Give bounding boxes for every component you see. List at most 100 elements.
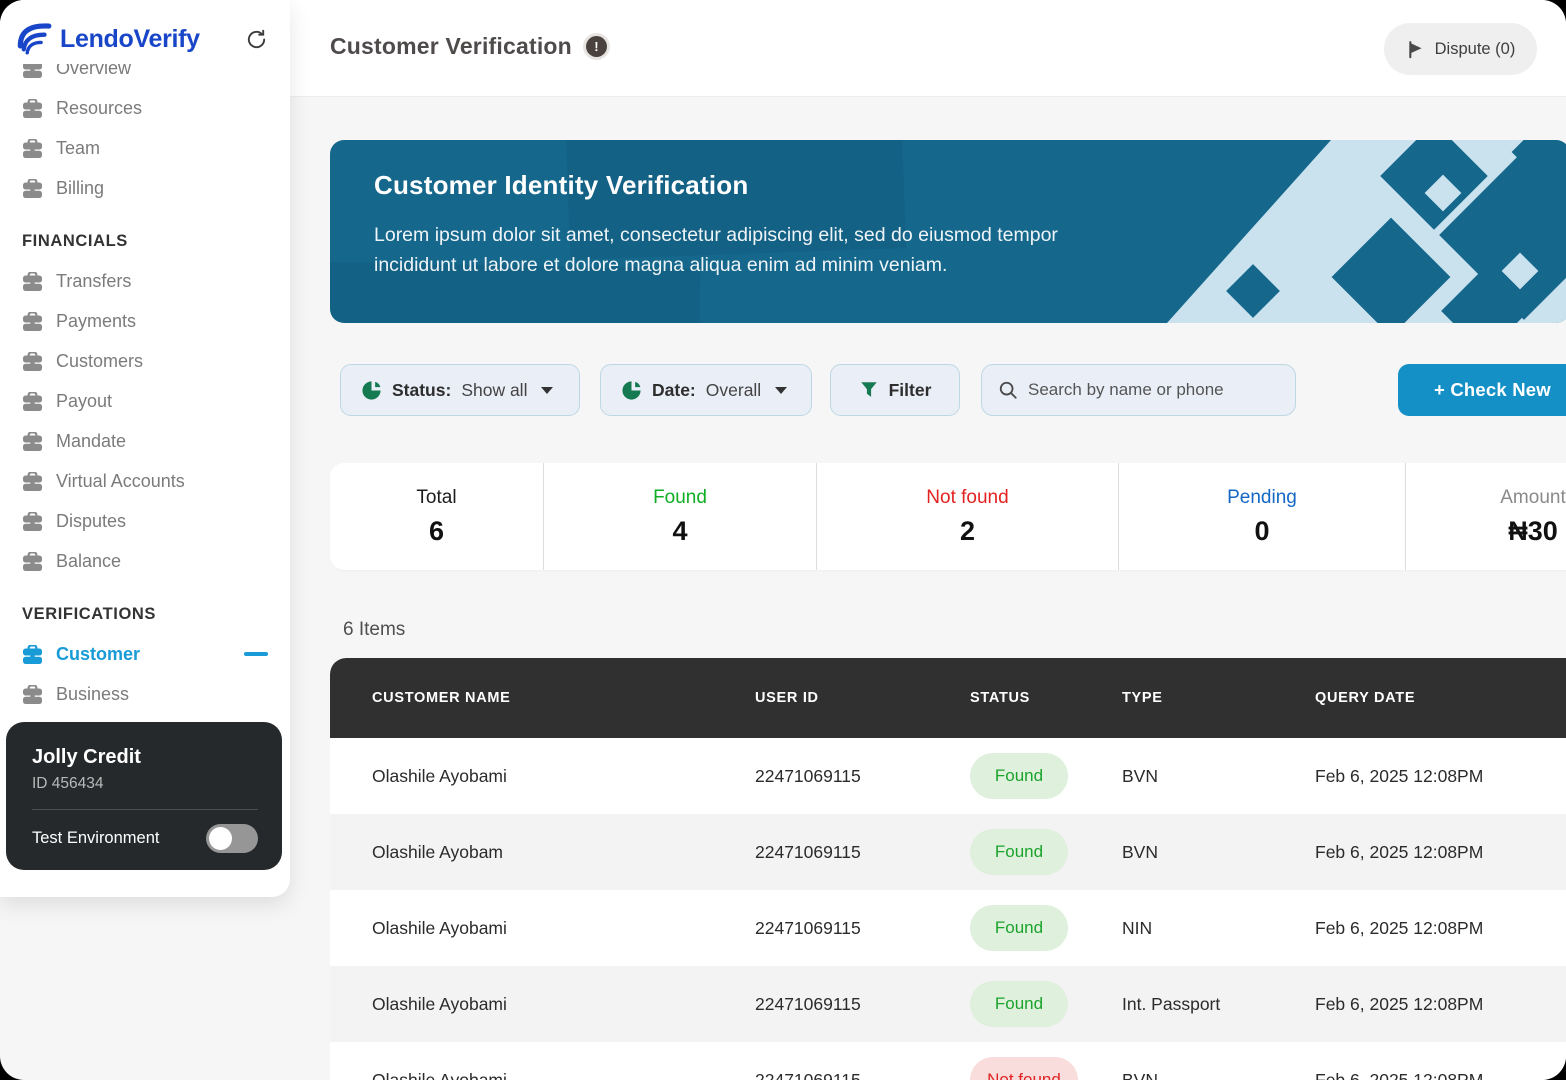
sidebar-item-label: Transfers [56, 271, 131, 292]
sidebar-item-customers[interactable]: Customers [0, 341, 290, 381]
merchant-card: Jolly Credit ID 456434 Test Environment [6, 722, 282, 870]
sidebar-item-label: Resources [56, 98, 142, 119]
merchant-name: Jolly Credit [32, 746, 258, 769]
dispute-button-label: Dispute (0) [1435, 40, 1516, 59]
table-row[interactable]: Olashile Ayobami 22471069115 Not found B… [330, 1042, 1566, 1080]
search-box [981, 364, 1296, 416]
status-filter-value: Show all [461, 380, 527, 401]
test-environment-toggle[interactable] [206, 824, 258, 853]
sidebar-item-billing[interactable]: Billing [0, 168, 290, 208]
cell-type: NIN [1122, 918, 1315, 939]
refresh-icon[interactable] [245, 28, 268, 51]
sidebar-item-label: Billing [56, 178, 104, 199]
cell-customer-name: Olashile Ayobami [372, 918, 755, 939]
briefcase-icon [22, 645, 43, 664]
brand-name: LendoVerify [60, 25, 200, 54]
stat-found: Found 4 [543, 463, 816, 570]
merchant-id: ID 456434 [32, 775, 258, 793]
table-row[interactable]: Olashile Ayobami 22471069115 Found Int. … [330, 966, 1566, 1042]
cell-type: Int. Passport [1122, 994, 1315, 1015]
sidebar-item-disputes[interactable]: Disputes [0, 501, 290, 541]
stat-not-found-label: Not found [926, 487, 1008, 509]
sidebar-item-payout[interactable]: Payout [0, 381, 290, 421]
cell-customer-name: Olashile Ayobami [372, 994, 755, 1015]
sidebar-item-mandate[interactable]: Mandate [0, 421, 290, 461]
briefcase-icon [22, 392, 43, 411]
filter-row: Status: Show all Date: Overall Filter + [330, 364, 1566, 416]
dispute-button[interactable]: Dispute (0) [1384, 23, 1537, 75]
hero-banner: Customer Identity Verification Lorem ips… [330, 140, 1566, 323]
sidebar-section-verifications: VERIFICATIONS [0, 581, 290, 634]
sidebar-item-transfers[interactable]: Transfers [0, 261, 290, 301]
stat-pending-label: Pending [1227, 487, 1297, 509]
sidebar-item-business[interactable]: Business [0, 674, 290, 714]
sidebar-item-payments[interactable]: Payments [0, 301, 290, 341]
test-environment-label: Test Environment [32, 829, 159, 848]
chevron-down-icon [541, 387, 553, 394]
sidebar-item-label: Virtual Accounts [56, 471, 185, 492]
status-badge: Found [970, 829, 1068, 875]
stats-summary-card: Total 6 Found 4 Not found 2 Pending 0 Am… [330, 463, 1566, 570]
stat-amount: Amount ₦30 [1405, 463, 1566, 570]
briefcase-icon [22, 685, 43, 704]
sidebar-item-label: Payout [56, 391, 112, 412]
table-row[interactable]: Olashile Ayobam 22471069115 Found BVN Fe… [330, 814, 1566, 890]
date-filter-dropdown[interactable]: Date: Overall [600, 364, 812, 416]
status-filter-label: Status: [392, 380, 451, 401]
info-icon[interactable]: ! [586, 36, 607, 57]
toggle-knob [209, 827, 232, 850]
table-row[interactable]: Olashile Ayobami 22471069115 Found BVN F… [330, 738, 1566, 814]
sidebar-item-team[interactable]: Team [0, 128, 290, 168]
cell-customer-name: Olashile Ayobami [372, 1070, 755, 1080]
check-new-button[interactable]: + Check New [1398, 364, 1566, 416]
col-customer-name: CUSTOMER NAME [372, 690, 755, 706]
stat-not-found-value: 2 [960, 516, 975, 547]
cell-type: BVN [1122, 1070, 1315, 1080]
search-input[interactable] [1028, 380, 1279, 400]
table-header: CUSTOMER NAME USER ID STATUS TYPE QUERY … [330, 658, 1566, 738]
funnel-icon [859, 380, 879, 400]
sidebar-item-label: Customer [56, 644, 140, 665]
stat-total-value: 6 [429, 516, 444, 547]
stat-found-value: 4 [672, 516, 687, 547]
sidebar-item-balance[interactable]: Balance [0, 541, 290, 581]
hero-pattern-decoration [1134, 140, 1566, 323]
briefcase-icon [22, 432, 43, 451]
briefcase-icon [22, 512, 43, 531]
col-status: STATUS [970, 690, 1122, 706]
pie-chart-icon [621, 380, 642, 401]
logo-row: LendoVerify [0, 0, 290, 64]
briefcase-icon [22, 352, 43, 371]
sidebar-item-virtual-accounts[interactable]: Virtual Accounts [0, 461, 290, 501]
cell-query-date: Feb 6, 2025 12:08PM [1315, 766, 1566, 787]
app-window: Customer Verification ! Dispute (0) [0, 0, 1566, 1080]
filter-button[interactable]: Filter [830, 364, 960, 416]
briefcase-icon [22, 312, 43, 331]
briefcase-icon [22, 179, 43, 198]
briefcase-icon [22, 472, 43, 491]
sidebar-item-label: Mandate [56, 431, 126, 452]
status-badge: Found [970, 753, 1068, 799]
cell-query-date: Feb 6, 2025 12:08PM [1315, 1070, 1566, 1080]
stat-total-label: Total [416, 487, 456, 509]
sidebar: Overview Resources Team Billing FINANCIA… [0, 0, 290, 897]
date-filter-value: Overall [706, 380, 761, 401]
verification-table: CUSTOMER NAME USER ID STATUS TYPE QUERY … [330, 658, 1566, 1080]
hero-description: Lorem ipsum dolor sit amet, consectetur … [374, 220, 1144, 280]
col-user-id: USER ID [755, 690, 970, 706]
sidebar-item-customer[interactable]: Customer [0, 634, 290, 674]
stat-amount-value: ₦30 [1508, 516, 1558, 547]
table-row[interactable]: Olashile Ayobami 22471069115 Found NIN F… [330, 890, 1566, 966]
sidebar-item-resources[interactable]: Resources [0, 88, 290, 128]
chevron-down-icon [775, 387, 787, 394]
cell-customer-name: Olashile Ayobam [372, 842, 755, 863]
stat-total: Total 6 [330, 463, 543, 570]
cell-customer-name: Olashile Ayobami [372, 766, 755, 787]
status-filter-dropdown[interactable]: Status: Show all [340, 364, 580, 416]
briefcase-icon [22, 552, 43, 571]
cell-user-id: 22471069115 [755, 994, 970, 1015]
briefcase-icon [22, 139, 43, 158]
sidebar-item-label: Team [56, 138, 100, 159]
collapse-dash-icon[interactable] [244, 652, 268, 657]
stat-found-label: Found [653, 487, 707, 509]
